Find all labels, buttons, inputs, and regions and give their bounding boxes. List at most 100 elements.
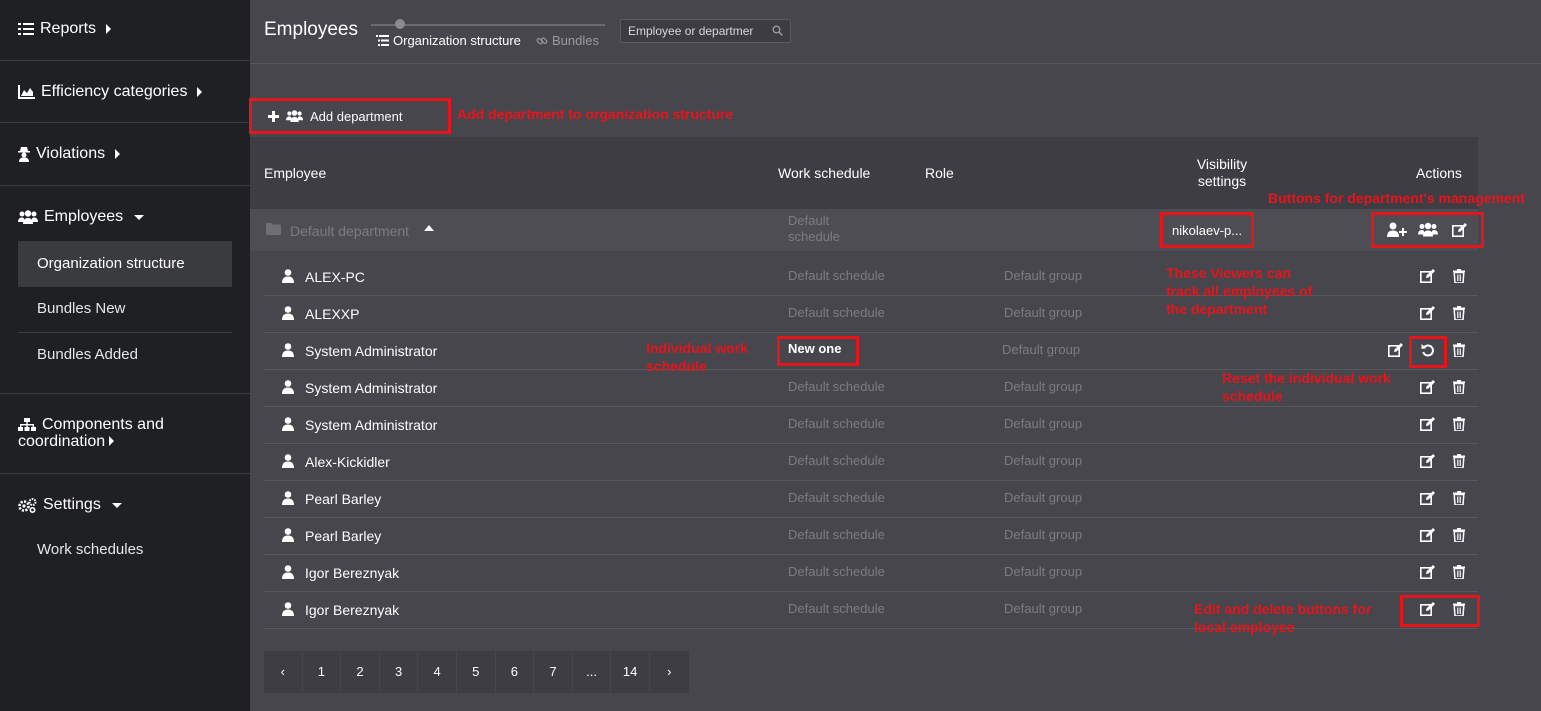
nav-section-employees: Employees Organization structure Bundles… bbox=[0, 186, 250, 394]
edit-icon[interactable] bbox=[1420, 565, 1436, 579]
employee-name: ALEX-PC bbox=[305, 269, 365, 285]
page-next[interactable]: › bbox=[650, 651, 689, 693]
department-row[interactable]: Default department Default schedule niko… bbox=[250, 209, 1478, 251]
trash-icon[interactable] bbox=[1453, 528, 1465, 542]
nav-violations[interactable]: Violations bbox=[18, 145, 121, 163]
list-tree-icon bbox=[376, 35, 389, 46]
trash-icon[interactable] bbox=[1453, 565, 1465, 579]
employee-name: Pearl Barley bbox=[305, 491, 382, 507]
page-button[interactable]: 3 bbox=[380, 651, 419, 693]
sidebar-item-bundles-added[interactable]: Bundles Added bbox=[18, 332, 232, 378]
nav-components-label: Components and bbox=[42, 416, 164, 433]
table-row[interactable]: System Administrator New one Default group bbox=[264, 333, 1478, 370]
page-prev[interactable]: ‹ bbox=[264, 651, 303, 693]
annotation-viewers-line2: track all employees of bbox=[1166, 283, 1313, 299]
employee-name: Igor Bereznyak bbox=[305, 602, 400, 618]
top-bar: Employees Organization structure Bundles bbox=[250, 0, 1541, 64]
edit-icon[interactable] bbox=[1420, 417, 1436, 431]
user-icon bbox=[282, 602, 294, 616]
sidebar-item-bundles-new[interactable]: Bundles New bbox=[18, 286, 232, 332]
employee-role: Default group bbox=[1004, 379, 1083, 394]
nav-components[interactable]: Components and coordination bbox=[18, 416, 164, 450]
annotation-edit-delete-line2: local employee bbox=[1194, 619, 1295, 635]
edit-icon[interactable] bbox=[1420, 380, 1436, 394]
edit-icon[interactable] bbox=[1420, 306, 1436, 320]
employee-schedule: Default schedule bbox=[788, 601, 885, 616]
department-name: Default department bbox=[290, 223, 410, 239]
annotation-dept-buttons: Buttons for department's management bbox=[1268, 190, 1525, 206]
department-schedule-line2: schedule bbox=[788, 229, 841, 244]
table-row[interactable]: Pearl Barley Default schedule Default grou… bbox=[264, 481, 1478, 518]
table-row[interactable]: Pearl Barley Default schedule Default grou… bbox=[264, 518, 1478, 555]
annotation-box-individual-schedule bbox=[777, 336, 859, 366]
column-visibility-settings[interactable]: Visibility settings bbox=[1190, 156, 1254, 190]
view-slider[interactable] bbox=[371, 19, 605, 29]
chevron-up-icon[interactable] bbox=[424, 225, 434, 231]
list-icon bbox=[18, 23, 34, 35]
nav-efficiency[interactable]: Efficiency categories bbox=[18, 83, 203, 101]
employee-role: Default group bbox=[1004, 268, 1083, 283]
trash-icon[interactable] bbox=[1453, 417, 1465, 431]
tab-bundles[interactable]: Bundles bbox=[536, 33, 599, 48]
nav-section-reports: Reports bbox=[0, 0, 250, 61]
nav-section-violations: Violations bbox=[0, 123, 250, 186]
sidebar-item-work-schedules[interactable]: Work schedules bbox=[18, 527, 232, 573]
nav-settings[interactable]: Settings bbox=[18, 496, 122, 514]
nav-section-settings: Settings Work schedules bbox=[0, 474, 250, 584]
page-button[interactable]: 6 bbox=[496, 651, 535, 693]
employee-schedule: Default schedule bbox=[788, 305, 885, 320]
column-visibility-line1: Visibility bbox=[1196, 156, 1248, 172]
nav-efficiency-label: Efficiency categories bbox=[41, 83, 188, 100]
slider-knob[interactable] bbox=[395, 19, 405, 29]
edit-icon[interactable] bbox=[1420, 491, 1436, 505]
employee-name: System Administrator bbox=[305, 380, 438, 396]
page-button[interactable]: 14 bbox=[611, 651, 650, 693]
employee-name: Pearl Barley bbox=[305, 528, 382, 544]
page-button[interactable]: 7 bbox=[534, 651, 573, 693]
column-work-schedule[interactable]: Work schedule bbox=[778, 165, 870, 181]
employee-schedule: Default schedule bbox=[788, 416, 885, 431]
page-button[interactable]: 1 bbox=[303, 651, 342, 693]
nav-section-efficiency: Efficiency categories bbox=[0, 61, 250, 123]
trash-icon[interactable] bbox=[1453, 454, 1465, 468]
annotation-add-department: Add department to organization structure bbox=[457, 106, 734, 122]
department-schedule: Default schedule bbox=[788, 213, 840, 245]
search-icon[interactable] bbox=[772, 25, 783, 36]
nav-employees[interactable]: Employees bbox=[18, 208, 145, 226]
trash-icon[interactable] bbox=[1453, 380, 1465, 394]
tab-organization-structure[interactable]: Organization structure bbox=[376, 33, 521, 48]
edit-icon[interactable] bbox=[1420, 269, 1436, 283]
table-row[interactable]: Igor Bereznyak Default schedule Default gr… bbox=[264, 555, 1478, 592]
annotation-box-dept-buttons bbox=[1371, 212, 1484, 248]
page-button[interactable]: 5 bbox=[457, 651, 496, 693]
trash-icon[interactable] bbox=[1453, 343, 1465, 357]
edit-icon[interactable] bbox=[1388, 343, 1404, 357]
page-button[interactable]: 2 bbox=[341, 651, 380, 693]
edit-icon[interactable] bbox=[1420, 528, 1436, 542]
user-icon bbox=[282, 380, 294, 394]
employee-role: Default group bbox=[1002, 342, 1081, 357]
annotation-individual: Individual work schedule bbox=[646, 339, 748, 375]
sidebar: Reports Efficiency categories Violations… bbox=[0, 0, 250, 711]
employee-name: ALEXXP bbox=[305, 306, 360, 322]
edit-icon[interactable] bbox=[1420, 454, 1436, 468]
column-employee[interactable]: Employee bbox=[264, 165, 326, 181]
annotation-viewers-line1: These Viewers can bbox=[1166, 265, 1292, 281]
folder-icon bbox=[266, 223, 281, 235]
employee-schedule: Default schedule bbox=[788, 527, 885, 542]
trash-icon[interactable] bbox=[1453, 491, 1465, 505]
search-input[interactable] bbox=[628, 23, 768, 39]
trash-icon[interactable] bbox=[1453, 269, 1465, 283]
table-row[interactable]: System Administrator Default schedule Defa… bbox=[264, 407, 1478, 444]
nav-reports[interactable]: Reports bbox=[18, 20, 112, 38]
sidebar-item-organization-structure[interactable]: Organization structure bbox=[18, 241, 232, 287]
nav-settings-label: Settings bbox=[43, 496, 101, 513]
employee-name: Alex-Kickidler bbox=[305, 454, 390, 470]
employee-role: Default group bbox=[1004, 416, 1083, 431]
column-role[interactable]: Role bbox=[925, 165, 954, 181]
page-ellipsis: ... bbox=[573, 651, 612, 693]
trash-icon[interactable] bbox=[1453, 306, 1465, 320]
employee-role: Default group bbox=[1004, 453, 1083, 468]
page-button[interactable]: 4 bbox=[418, 651, 457, 693]
table-row[interactable]: Alex-Kickidler Default schedule Default gr… bbox=[264, 444, 1478, 481]
